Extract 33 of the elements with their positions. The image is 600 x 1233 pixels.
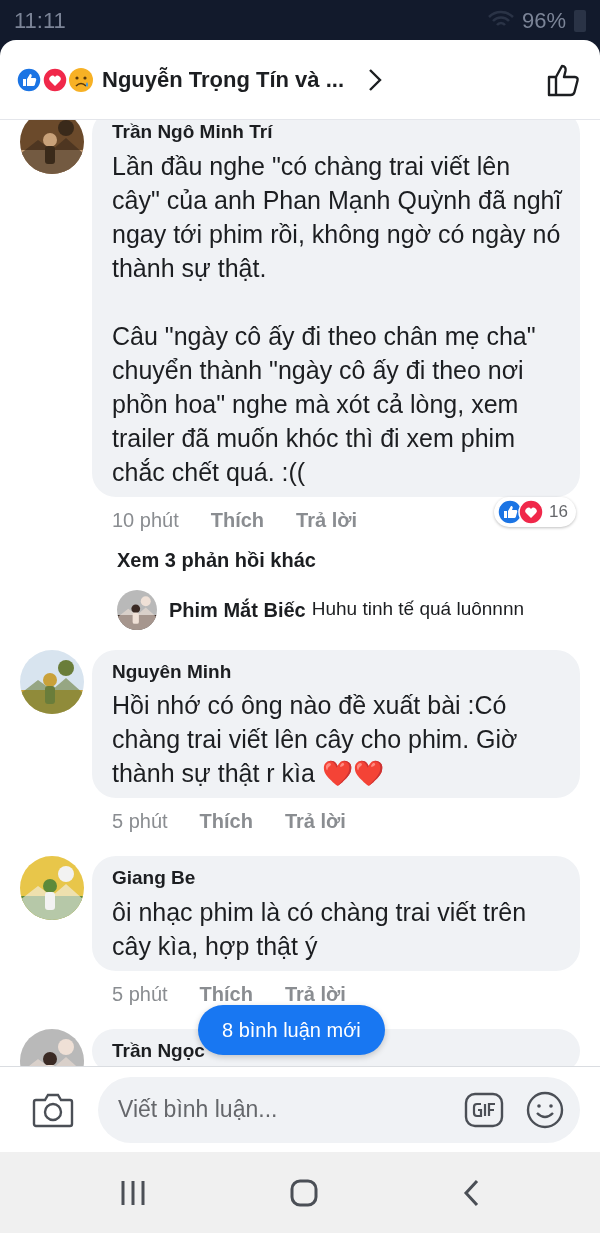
home-icon[interactable] bbox=[290, 1178, 318, 1207]
reactors-title[interactable]: Nguyễn Trọng Tín và ... bbox=[102, 63, 345, 96]
reply-author[interactable]: Phim Mắt Biếc bbox=[169, 594, 306, 625]
like-link[interactable]: Thích bbox=[199, 806, 253, 836]
reply-link[interactable]: Trả lời bbox=[296, 504, 357, 535]
gif-icon[interactable] bbox=[464, 1091, 504, 1128]
author-name[interactable]: Nguyên Minh bbox=[112, 657, 562, 686]
emoji-icon[interactable] bbox=[526, 1090, 564, 1129]
like-reaction-icon bbox=[16, 66, 42, 93]
comment-text: Hồi nhớ có ông nào đề xuất bài :Có chàng trai viết lên cây cho phim. Giờ thành sự thật r kìa ❤❤ bbox=[112, 690, 519, 789]
comment-time: 10 phút bbox=[112, 507, 179, 533]
comment-field[interactable]: Viết bình luận... bbox=[98, 1076, 580, 1143]
sad-reaction-icon bbox=[68, 66, 94, 93]
author-name[interactable]: Giang Be bbox=[112, 864, 562, 893]
comment-time: 5 phút bbox=[112, 809, 168, 834]
reply-text: Huhu tinh tế quá luônnnn bbox=[311, 597, 525, 622]
recent-apps-icon[interactable] bbox=[120, 1179, 146, 1206]
battery-level: 96% bbox=[521, 6, 566, 35]
camera-icon[interactable] bbox=[32, 1091, 74, 1128]
view-more-replies-link[interactable]: Xem 3 phản hồi khác bbox=[117, 548, 316, 571]
comment-text: ôi nhạc phim là có chàng trai viết trên cây kìa, hợp thật ý bbox=[112, 896, 528, 962]
reaction-summary[interactable]: 16 bbox=[494, 496, 576, 527]
reply-link[interactable]: Trả lời bbox=[284, 806, 346, 836]
chevron-right-icon[interactable] bbox=[368, 67, 383, 92]
heart-reaction-icon bbox=[42, 66, 68, 93]
comment-time: 5 phút bbox=[112, 981, 168, 1007]
battery-icon bbox=[574, 8, 586, 32]
comment-text: Câu "ngày cô ấy đi theo chân mẹ cha" chuyển thành "ngày cô ấy đi theo nơi phồn hoa" nghe mà xót cả lòng, xem trailer đã muốn khóc thì đi xem phim chắc chết quá. :(( bbox=[112, 320, 537, 488]
author-name[interactable]: Trần Ngô Minh Trí bbox=[112, 120, 562, 147]
clock: 11:11 bbox=[14, 6, 66, 35]
comment-text: Lần đầu nghe "có chàng trai viết lên cây" của anh Phan Mạnh Quỳnh đã nghĩ ngay tới phim rồi, không ngờ có ngày nó thành sự thật. bbox=[112, 150, 562, 284]
like-link[interactable]: Thích bbox=[210, 504, 265, 535]
back-icon[interactable] bbox=[462, 1178, 480, 1207]
